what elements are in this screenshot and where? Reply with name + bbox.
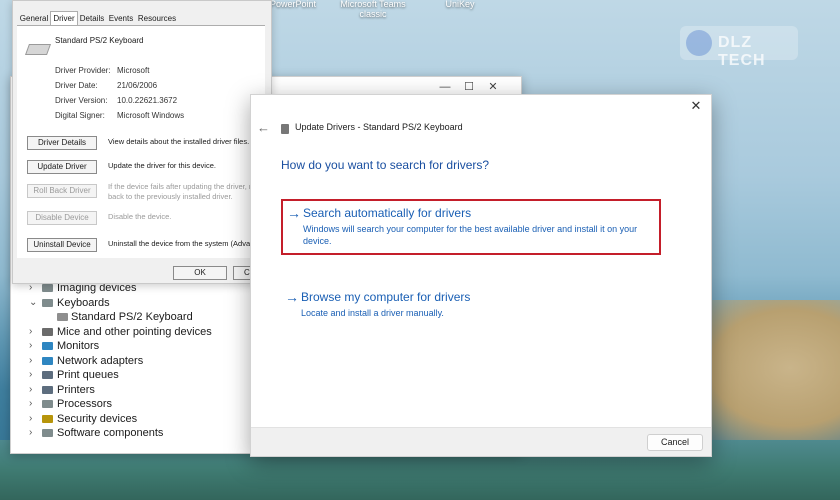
- printer-icon: [42, 371, 53, 379]
- driver-tab-panel: Standard PS/2 Keyboard Driver Provider: …: [17, 25, 267, 258]
- back-arrow-icon[interactable]: ←: [257, 121, 271, 135]
- desktop-icon-teams[interactable]: Microsoft Teams classic: [338, 0, 408, 19]
- tree-item-mice[interactable]: › Mice and other pointing devices: [29, 325, 269, 340]
- driver-provider-label: Driver Provider:: [55, 66, 111, 75]
- search-question: How do you want to search for drivers?: [281, 158, 490, 172]
- driver-details-description: View details about the installed driver …: [108, 137, 250, 146]
- tree-item-label: Mice and other pointing devices: [57, 325, 212, 338]
- chevron-right-icon[interactable]: ›: [29, 397, 39, 411]
- update-driver-description: Update the driver for this device.: [108, 161, 216, 170]
- tree-item-label: Printers: [57, 383, 95, 396]
- arrow-right-icon: →: [287, 205, 301, 221]
- dialog-title: Update Drivers - Standard PS/2 Keyboard: [295, 122, 463, 132]
- option-title: Search automatically for drivers: [303, 206, 472, 220]
- chevron-right-icon[interactable]: ›: [29, 339, 39, 353]
- option-description: Locate and install a driver manually.: [301, 308, 444, 318]
- tree-item-print-queues[interactable]: › Print queues: [29, 368, 269, 383]
- tree-item-label: Keyboards: [57, 296, 110, 309]
- keyboard-icon: [281, 124, 289, 134]
- monitor-icon: [42, 342, 53, 350]
- tree-item-label: Standard PS/2 Keyboard: [71, 311, 193, 323]
- driver-date-value: 21/06/2006: [117, 81, 158, 90]
- roll-back-description-line1: If the device fails after updating the d…: [108, 182, 259, 191]
- driver-provider-value: Microsoft: [117, 66, 150, 75]
- driver-date-label: Driver Date:: [55, 81, 98, 90]
- watermark-text: DLZ TECH: [718, 34, 766, 69]
- tree-item-label: Print queues: [57, 369, 119, 381]
- browse-computer-option[interactable]: → Browse my computer for drivers Locate …: [281, 289, 661, 321]
- uninstall-device-button[interactable]: Uninstall Device: [27, 238, 97, 252]
- keyboard-icon: [42, 298, 53, 307]
- processor-icon: [42, 400, 53, 408]
- desktop-icons: PowerPoint Microsoft Teams classic UniKe…: [260, 0, 840, 26]
- driver-version-value: 10.0.22621.3672: [117, 96, 178, 105]
- digital-signer-value: Microsoft Windows: [117, 111, 185, 120]
- device-name: Standard PS/2 Keyboard: [55, 36, 144, 45]
- driver-version-label: Driver Version:: [55, 96, 108, 105]
- device-tree: › Imaging devices ⌄ Keyboards Standard P…: [29, 281, 269, 441]
- minimize-button[interactable]: —: [435, 79, 455, 95]
- option-description: Windows will search your computer for th…: [303, 224, 638, 246]
- camera-icon: [42, 284, 53, 292]
- watermark-mark: [686, 30, 712, 56]
- cancel-button[interactable]: Cancel: [647, 434, 703, 451]
- tree-item-label: Monitors: [57, 340, 100, 352]
- tree-item-keyboards[interactable]: ⌄ Keyboards: [29, 296, 269, 311]
- option-title: Browse my computer for drivers: [301, 290, 471, 304]
- keyboard-icon: [57, 313, 68, 321]
- ok-button[interactable]: OK: [173, 266, 227, 280]
- tab-driver[interactable]: Driver: [50, 11, 78, 26]
- driver-details-button[interactable]: Driver Details: [27, 136, 97, 150]
- chevron-right-icon[interactable]: ›: [29, 383, 39, 397]
- arrow-right-icon: →: [285, 289, 299, 305]
- disable-device-description: Disable the device.: [108, 212, 172, 221]
- network-icon: [42, 356, 53, 365]
- tree-item-label: Processors: [57, 398, 113, 410]
- search-automatically-option[interactable]: → Search automatically for drivers Windo…: [281, 199, 661, 255]
- tree-item-standard-ps2-keyboard[interactable]: Standard PS/2 Keyboard: [29, 310, 269, 325]
- tree-item-label: Security devices: [57, 412, 138, 425]
- digital-signer-label: Digital Signer:: [55, 111, 105, 120]
- dialog-footer: Cancel: [251, 427, 711, 456]
- chevron-right-icon[interactable]: ›: [29, 412, 39, 426]
- security-icon: [42, 414, 53, 423]
- tree-item-security-devices[interactable]: › Security devices: [29, 412, 269, 427]
- keyboard-icon: [24, 44, 52, 55]
- printer-icon: [42, 385, 53, 394]
- desktop-icon-unikey[interactable]: UniKey: [440, 0, 480, 9]
- close-icon[interactable]: ✕: [689, 99, 703, 113]
- disable-device-button[interactable]: Disable Device: [27, 211, 97, 225]
- update-drivers-dialog: ✕ ← Update Drivers - Standard PS/2 Keybo…: [250, 94, 712, 457]
- tree-item-label: Network adapters: [57, 354, 144, 367]
- software-icon: [42, 429, 53, 437]
- close-button[interactable]: ✕: [483, 79, 503, 95]
- roll-back-driver-button[interactable]: Roll Back Driver: [27, 184, 97, 198]
- watermark-logo: DLZ TECH: [680, 26, 798, 69]
- tree-item-label: Software components: [57, 427, 164, 439]
- chevron-right-icon[interactable]: ›: [29, 354, 39, 368]
- mouse-icon: [42, 327, 53, 336]
- keyboard-properties-dialog: General Driver Details Events Resources …: [12, 0, 282, 284]
- chevron-right-icon[interactable]: ›: [29, 325, 39, 339]
- maximize-button[interactable]: ☐: [459, 79, 479, 95]
- chevron-down-icon[interactable]: ⌄: [29, 296, 39, 310]
- update-driver-button[interactable]: Update Driver: [27, 160, 97, 174]
- tree-item-printers[interactable]: › Printers: [29, 383, 269, 398]
- tree-item-monitors[interactable]: › Monitors: [29, 339, 269, 354]
- tree-item-software-components[interactable]: › Software components: [29, 426, 269, 441]
- chevron-right-icon[interactable]: ›: [29, 426, 39, 440]
- roll-back-description-line2: back to the previously installed driver.: [108, 192, 233, 201]
- tree-item-network-adapters[interactable]: › Network adapters: [29, 354, 269, 369]
- uninstall-device-description: Uninstall the device from the system (Ad…: [108, 239, 267, 248]
- desktop-icon-powerpoint[interactable]: PowerPoint: [268, 0, 318, 9]
- chevron-right-icon[interactable]: ›: [29, 368, 39, 382]
- tree-item-processors[interactable]: › Processors: [29, 397, 269, 412]
